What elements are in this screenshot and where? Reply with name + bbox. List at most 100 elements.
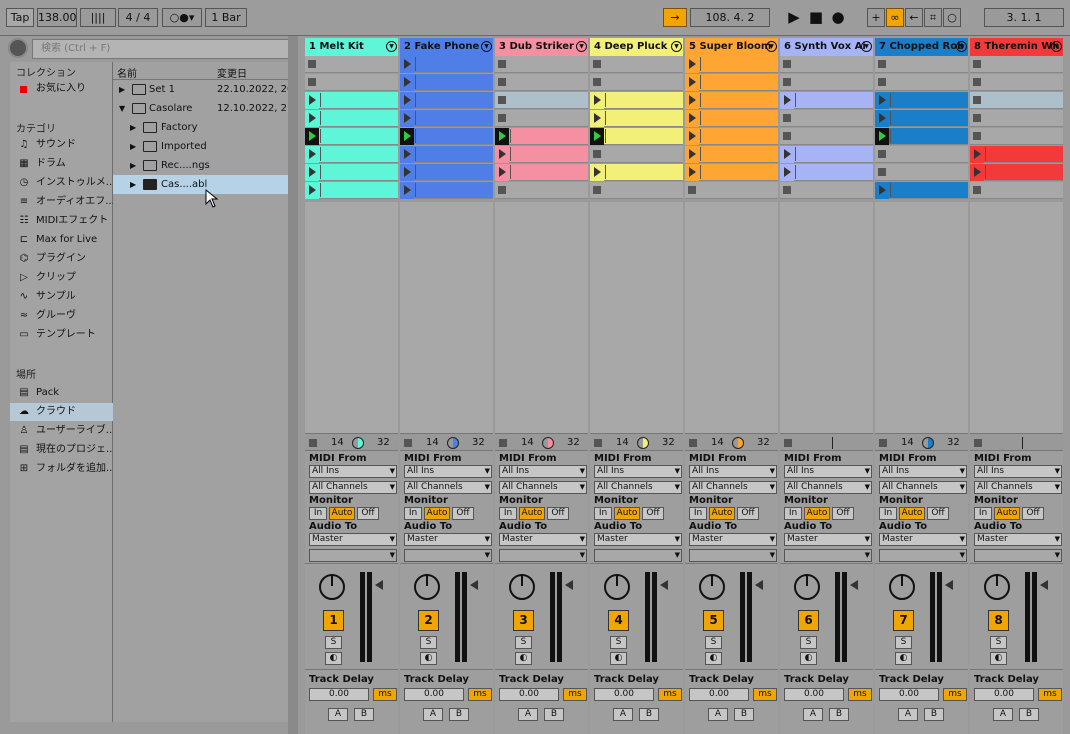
midi-channel-select[interactable]: All Channels: [974, 481, 1062, 494]
column-name[interactable]: 名前: [117, 65, 137, 80]
monitor-auto-button[interactable]: Auto: [994, 507, 1020, 520]
clip[interactable]: [970, 146, 1063, 163]
monitor-auto-button[interactable]: Auto: [614, 507, 640, 520]
midi-channel-select[interactable]: All Channels: [309, 481, 397, 494]
clip[interactable]: [685, 128, 778, 145]
clip[interactable]: [875, 92, 968, 109]
clip-play-icon[interactable]: [404, 95, 411, 105]
clip[interactable]: [305, 146, 398, 163]
track-delay-value[interactable]: 0.00: [309, 688, 369, 701]
clip[interactable]: [495, 146, 588, 163]
sidebar-item-packs[interactable]: ▤ Pack: [10, 384, 113, 402]
audio-to-select[interactable]: Master: [499, 533, 587, 546]
clip-play-icon[interactable]: [594, 167, 601, 177]
clip[interactable]: [685, 56, 778, 73]
midi-channel-select[interactable]: All Channels: [784, 481, 872, 494]
track-activator-button[interactable]: 3: [513, 610, 534, 631]
track-delay-value[interactable]: 0.00: [689, 688, 749, 701]
sidebar-item-user-library[interactable]: ♙ ユーザーライブ...: [10, 422, 113, 440]
stop-all-icon[interactable]: [974, 439, 982, 447]
clip-play-icon[interactable]: [974, 167, 981, 177]
audio-to-select[interactable]: Master: [879, 533, 967, 546]
pan-knob[interactable]: [604, 574, 630, 600]
loop-icon[interactable]: ○: [943, 8, 961, 27]
track-menu-icon[interactable]: ▼: [576, 41, 587, 52]
clip-slot[interactable]: [495, 56, 588, 73]
track-title[interactable]: 7 Chopped Rob: [875, 38, 968, 56]
track-delay-unit[interactable]: ms: [468, 688, 492, 701]
file-row[interactable]: ▶ Factory: [113, 118, 291, 137]
metronome-button[interactable]: ||||: [80, 8, 116, 27]
track-menu-icon[interactable]: ▼: [861, 41, 872, 52]
clip-play-icon[interactable]: [309, 131, 316, 141]
clip-slot[interactable]: [970, 110, 1063, 127]
clip-play-icon[interactable]: [404, 131, 411, 141]
monitor-off-button[interactable]: Off: [642, 507, 664, 520]
midi-from-select[interactable]: All Ins: [784, 465, 872, 478]
track-activator-button[interactable]: 4: [608, 610, 629, 631]
midi-from-select[interactable]: All Ins: [594, 465, 682, 478]
stop-all-icon[interactable]: [879, 439, 887, 447]
expand-icon[interactable]: ▶: [119, 80, 125, 99]
midi-from-select[interactable]: All Ins: [404, 465, 492, 478]
sidebar-item-current-project[interactable]: ▤ 現在のプロジェ...: [10, 441, 113, 459]
sidebar-item-drums[interactable]: ▦ ドラム: [10, 155, 113, 173]
crossfade-a-button[interactable]: A: [518, 708, 538, 721]
clip-play-icon[interactable]: [689, 149, 696, 159]
clip-play-icon[interactable]: [499, 149, 506, 159]
crossfade-b-button[interactable]: B: [1019, 708, 1039, 721]
clip-slot[interactable]: [590, 56, 683, 73]
clip-play-icon[interactable]: [309, 149, 316, 159]
expand-icon[interactable]: ▶: [130, 137, 136, 156]
stop-all-icon[interactable]: [499, 439, 507, 447]
audio-to-select[interactable]: Master: [404, 533, 492, 546]
clip-play-icon[interactable]: [689, 167, 696, 177]
solo-button[interactable]: S: [515, 636, 532, 649]
clip-play-icon[interactable]: [309, 113, 316, 123]
crossfade-b-button[interactable]: B: [449, 708, 469, 721]
sidebar-item-grooves[interactable]: ≈ グルーヴ: [10, 307, 113, 325]
clip-play-icon[interactable]: [404, 113, 411, 123]
pan-knob[interactable]: [889, 574, 915, 600]
sidebar-item-samples[interactable]: ∿ サンプル: [10, 288, 113, 306]
track-title[interactable]: 8 Theremin Wh: [970, 38, 1063, 56]
track-title[interactable]: 2 Fake Phone: [400, 38, 493, 56]
clip[interactable]: [400, 56, 493, 73]
audio-to-sub-select[interactable]: [879, 549, 967, 562]
clip-play-icon[interactable]: [689, 131, 696, 141]
clip-slot[interactable]: [495, 92, 588, 109]
audio-to-sub-select[interactable]: [309, 549, 397, 562]
clip[interactable]: [305, 92, 398, 109]
clip-play-icon[interactable]: [499, 167, 506, 177]
clip-play-icon[interactable]: [594, 131, 601, 141]
empty-clip-area[interactable]: [495, 202, 588, 434]
track-activator-button[interactable]: 8: [988, 610, 1009, 631]
volume-slider[interactable]: [945, 580, 953, 590]
clip-play-icon[interactable]: [404, 167, 411, 177]
metronome-toggle[interactable]: ○●▾: [162, 8, 202, 27]
monitor-off-button[interactable]: Off: [547, 507, 569, 520]
clip-play-icon[interactable]: [784, 167, 791, 177]
clip-play-icon[interactable]: [879, 185, 886, 195]
clip[interactable]: [305, 110, 398, 127]
midi-channel-select[interactable]: All Channels: [689, 481, 777, 494]
clip-play-icon[interactable]: [404, 185, 411, 195]
tempo-field[interactable]: 138.00: [37, 8, 77, 27]
clip-slot[interactable]: [970, 74, 1063, 91]
monitor-in-button[interactable]: In: [784, 507, 802, 520]
clip-play-icon[interactable]: [594, 113, 601, 123]
tap-button[interactable]: Tap: [6, 8, 34, 27]
file-row[interactable]: ▼ Casolare 12.10.2022, 21:: [113, 99, 291, 118]
crossfade-a-button[interactable]: A: [708, 708, 728, 721]
audio-to-select[interactable]: Master: [974, 533, 1062, 546]
midi-channel-select[interactable]: All Channels: [499, 481, 587, 494]
track-menu-icon[interactable]: ▼: [956, 41, 967, 52]
clip[interactable]: [305, 164, 398, 181]
crossfade-b-button[interactable]: B: [544, 708, 564, 721]
clip[interactable]: [400, 92, 493, 109]
clip-play-icon[interactable]: [309, 167, 316, 177]
audio-to-sub-select[interactable]: [784, 549, 872, 562]
sidebar-item-cloud[interactable]: ☁ クラウド: [10, 403, 113, 421]
track-delay-unit[interactable]: ms: [753, 688, 777, 701]
solo-button[interactable]: S: [990, 636, 1007, 649]
